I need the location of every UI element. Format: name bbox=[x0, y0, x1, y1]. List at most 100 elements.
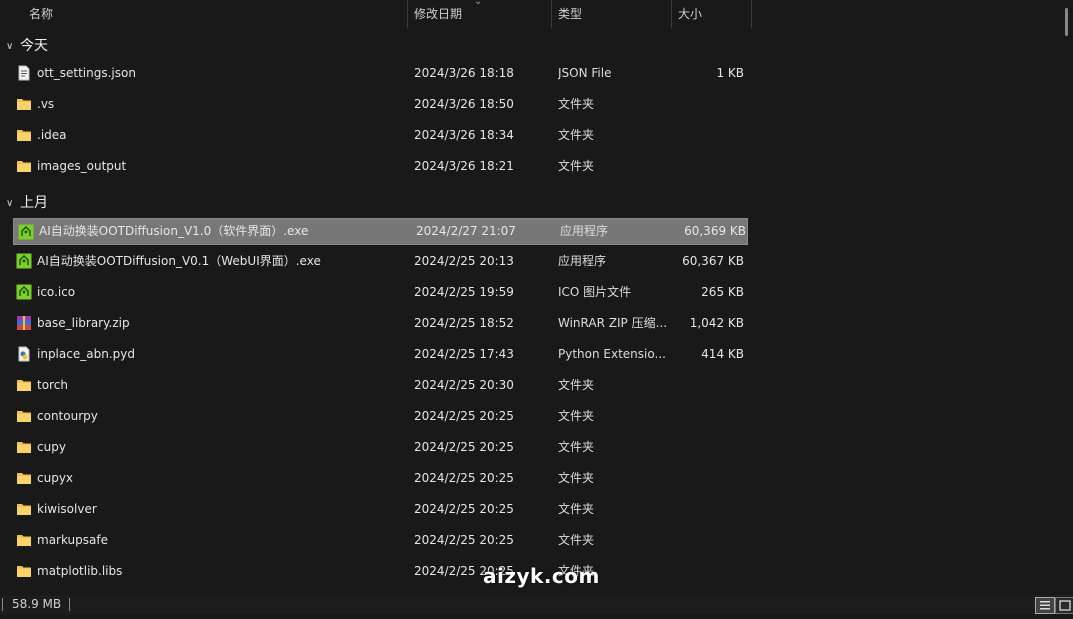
file-date: 2024/2/25 18:52 bbox=[414, 316, 514, 330]
folder-icon bbox=[16, 91, 34, 118]
chevron-down-icon[interactable]: ∨ bbox=[6, 190, 16, 218]
file-row[interactable]: cupy 2024/2/25 20:25 文件夹 bbox=[12, 434, 747, 461]
exe-app-icon bbox=[16, 279, 34, 306]
large-icons-view-icon bbox=[1059, 600, 1071, 611]
file-row[interactable]: contourpy 2024/2/25 20:25 文件夹 bbox=[12, 403, 747, 430]
file-date: 2024/3/26 18:18 bbox=[414, 66, 514, 80]
group-header[interactable]: ∨ 今天 bbox=[0, 32, 48, 60]
file-name: AI自动换装OOTDiffusion_V0.1（WebUI界面）.exe bbox=[37, 254, 321, 268]
file-row[interactable]: AI自动换装OOTDiffusion_V0.1（WebUI界面）.exe 202… bbox=[12, 248, 747, 275]
file-type: 文件夹 bbox=[558, 378, 595, 392]
file-name: ico.ico bbox=[37, 285, 76, 299]
folder-icon bbox=[16, 465, 34, 492]
column-divider[interactable] bbox=[407, 0, 408, 28]
file-type: 文件夹 bbox=[558, 502, 595, 516]
file-row[interactable]: AI自动换装OOTDiffusion_V1.0（软件界面）.exe 2024/2… bbox=[13, 218, 748, 245]
json-file-icon bbox=[16, 60, 34, 87]
file-row[interactable]: torch 2024/2/25 20:30 文件夹 bbox=[12, 372, 747, 399]
selected-size: 58.9 MB bbox=[12, 597, 62, 611]
file-row[interactable]: matplotlib.libs 2024/2/25 20:25 文件夹 bbox=[12, 558, 747, 585]
file-name: images_output bbox=[37, 159, 127, 173]
scrollbar-thumb[interactable] bbox=[1065, 8, 1068, 36]
file-row[interactable]: .idea 2024/3/26 18:34 文件夹 bbox=[12, 122, 747, 149]
file-size: 1 KB bbox=[716, 66, 744, 80]
file-type: 文件夹 bbox=[558, 97, 595, 111]
watermark: aizyk.com bbox=[483, 564, 600, 588]
status-separator bbox=[69, 598, 70, 611]
file-date: 2024/2/25 20:30 bbox=[414, 378, 514, 392]
file-date: 2024/2/25 20:25 bbox=[414, 533, 514, 547]
file-name: markupsafe bbox=[37, 533, 108, 547]
folder-icon bbox=[16, 496, 34, 523]
group-header[interactable]: ∨ 上月 bbox=[0, 189, 48, 217]
file-type: 文件夹 bbox=[558, 159, 595, 173]
file-name: ott_settings.json bbox=[37, 66, 136, 80]
file-row[interactable]: ott_settings.json 2024/3/26 18:18 JSON F… bbox=[12, 60, 747, 87]
file-row[interactable]: images_output 2024/3/26 18:21 文件夹 bbox=[12, 153, 747, 180]
column-divider[interactable] bbox=[751, 0, 752, 28]
file-row[interactable]: markupsafe 2024/2/25 20:25 文件夹 bbox=[12, 527, 747, 554]
file-date: 2024/2/25 17:43 bbox=[414, 347, 514, 361]
file-row[interactable]: .vs 2024/3/26 18:50 文件夹 bbox=[12, 91, 747, 118]
file-name: matplotlib.libs bbox=[37, 564, 123, 578]
column-header-bar: 名称 修改日期 ⌄ 类型 大小 bbox=[0, 0, 1073, 28]
file-date: 2024/3/26 18:50 bbox=[414, 97, 514, 111]
file-name: base_library.zip bbox=[37, 316, 130, 330]
status-bar: 58.9 MB bbox=[0, 595, 1073, 614]
file-size: 414 KB bbox=[701, 347, 744, 361]
folder-icon bbox=[16, 403, 34, 430]
file-type: 文件夹 bbox=[558, 128, 595, 142]
file-row[interactable]: inplace_abn.pyd 2024/2/25 17:43 Python E… bbox=[12, 341, 747, 368]
file-row[interactable]: cupyx 2024/2/25 20:25 文件夹 bbox=[12, 465, 747, 492]
file-name: torch bbox=[37, 378, 68, 392]
file-date: 2024/2/25 20:13 bbox=[414, 254, 514, 268]
exe-app-icon bbox=[18, 219, 36, 244]
group-label: 今天 bbox=[20, 38, 48, 54]
folder-icon bbox=[16, 434, 34, 461]
file-name: kiwisolver bbox=[37, 502, 97, 516]
file-name: cupy bbox=[37, 440, 66, 454]
details-view-button[interactable] bbox=[1035, 597, 1055, 614]
folder-icon bbox=[16, 558, 34, 585]
file-name: cupyx bbox=[37, 471, 74, 485]
exe-app-icon bbox=[16, 248, 34, 275]
file-name: inplace_abn.pyd bbox=[37, 347, 135, 361]
group-label: 上月 bbox=[20, 195, 48, 211]
file-date: 2024/2/25 20:25 bbox=[414, 471, 514, 485]
file-size: 60,367 KB bbox=[682, 254, 744, 268]
file-date: 2024/2/25 20:25 bbox=[414, 502, 514, 516]
column-header-type[interactable]: 类型 bbox=[558, 0, 582, 28]
file-size: 1,042 KB bbox=[689, 316, 744, 330]
sort-chevron-icon: ⌄ bbox=[474, 0, 483, 7]
chevron-down-icon[interactable]: ∨ bbox=[6, 33, 16, 61]
folder-icon bbox=[16, 372, 34, 399]
file-name: contourpy bbox=[37, 409, 98, 423]
file-type: 文件夹 bbox=[558, 409, 595, 423]
column-header-size[interactable]: 大小 bbox=[678, 0, 702, 28]
file-type: 文件夹 bbox=[558, 471, 595, 485]
column-divider[interactable] bbox=[671, 0, 672, 28]
file-date: 2024/3/26 18:21 bbox=[414, 159, 514, 173]
folder-icon bbox=[16, 122, 34, 149]
column-divider[interactable] bbox=[551, 0, 552, 28]
file-row[interactable]: ico.ico 2024/2/25 19:59 ICO 图片文件 265 KB bbox=[12, 279, 747, 306]
file-date: 2024/2/25 19:59 bbox=[414, 285, 514, 299]
folder-icon bbox=[16, 153, 34, 180]
file-date: 2024/3/26 18:34 bbox=[414, 128, 514, 142]
file-size: 265 KB bbox=[701, 285, 744, 299]
file-date: 2024/2/25 20:25 bbox=[414, 409, 514, 423]
python-extension-icon bbox=[16, 341, 34, 368]
winrar-zip-icon bbox=[16, 310, 34, 337]
file-row[interactable]: base_library.zip 2024/2/25 18:52 WinRAR … bbox=[12, 310, 747, 337]
vertical-scrollbar[interactable] bbox=[1060, 0, 1073, 595]
folder-icon bbox=[16, 527, 34, 554]
column-header-name[interactable]: 名称 bbox=[29, 0, 53, 28]
status-separator bbox=[2, 598, 3, 611]
large-icons-view-button[interactable] bbox=[1055, 597, 1073, 614]
file-type: 文件夹 bbox=[558, 533, 595, 547]
file-row[interactable]: kiwisolver 2024/2/25 20:25 文件夹 bbox=[12, 496, 747, 523]
details-view-icon bbox=[1040, 601, 1050, 610]
column-header-date[interactable]: 修改日期 bbox=[414, 0, 462, 28]
file-type: 文件夹 bbox=[558, 440, 595, 454]
file-date: 2024/2/25 20:25 bbox=[414, 440, 514, 454]
